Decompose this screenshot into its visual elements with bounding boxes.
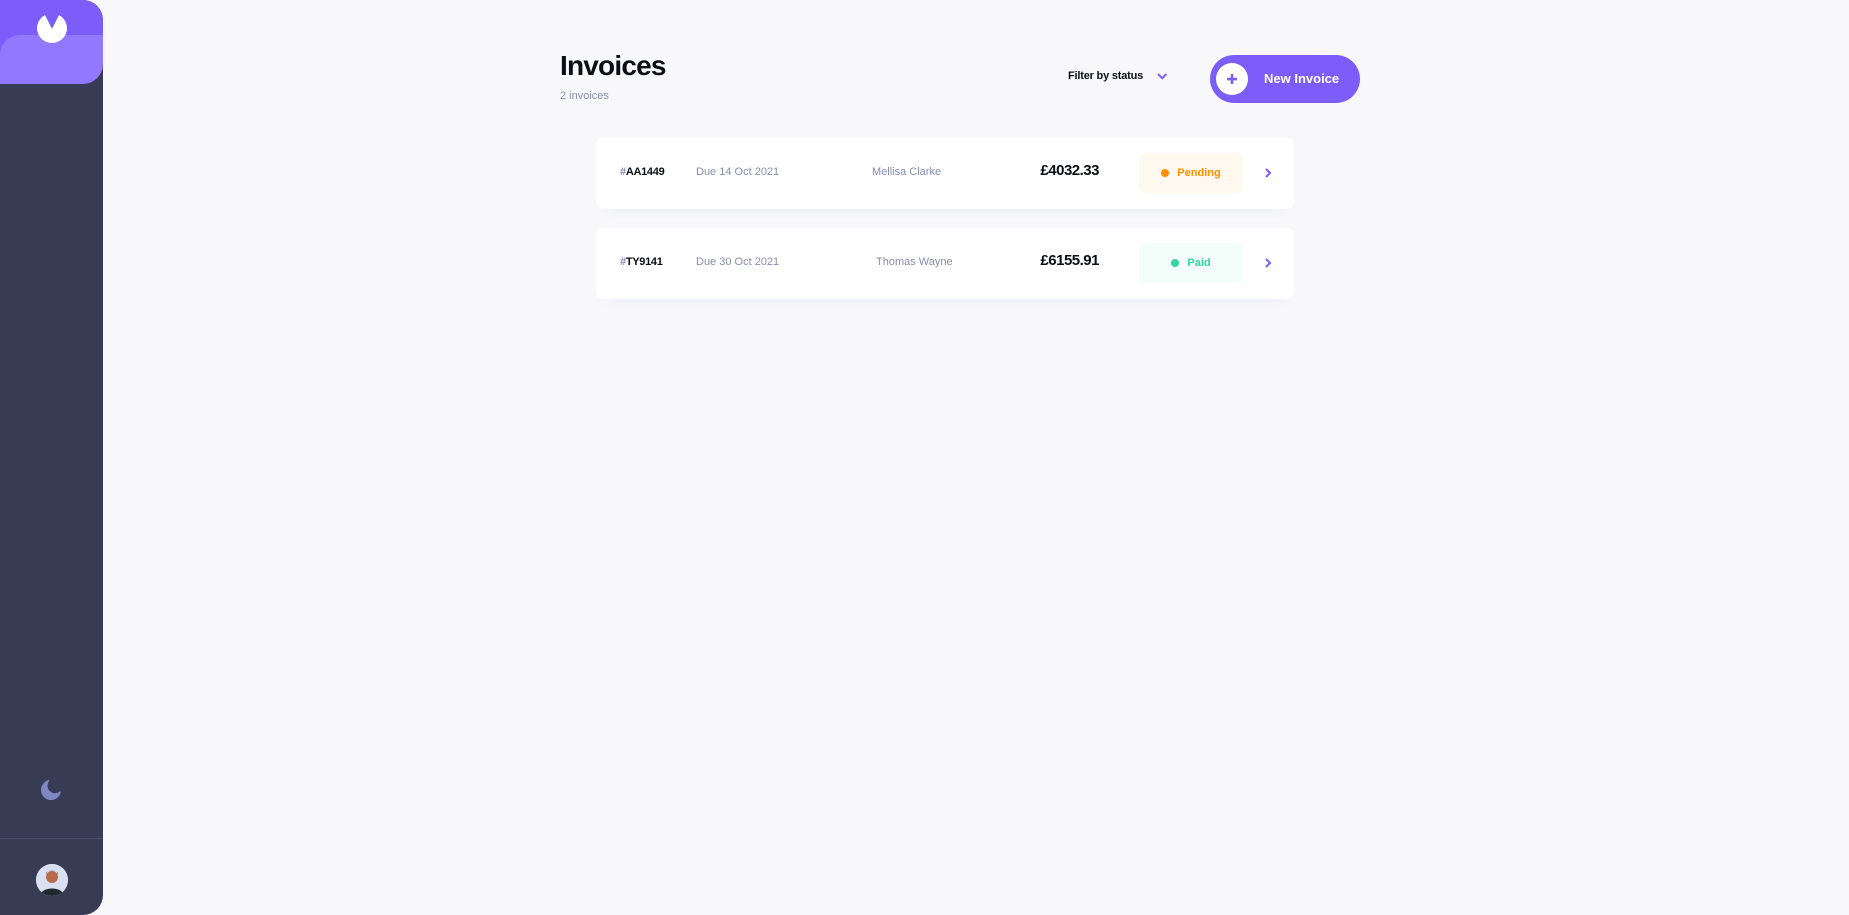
sidebar bbox=[0, 0, 103, 915]
page-title: Invoices bbox=[560, 50, 666, 81]
invoice-due-date: Due 14 Oct 2021 bbox=[696, 166, 780, 178]
status-badge: Pending bbox=[1139, 153, 1243, 193]
sidebar-divider bbox=[0, 838, 103, 839]
chevron-right-icon bbox=[1265, 258, 1272, 268]
status-dot bbox=[1161, 169, 1170, 177]
invoice-amount: £6155.91 bbox=[1040, 252, 1099, 269]
moon-icon bbox=[40, 779, 61, 801]
invoice-client-name: Thomas Wayne bbox=[876, 256, 953, 268]
status-dot bbox=[1171, 259, 1180, 267]
invoice-client-name: Mellisa Clarke bbox=[872, 166, 942, 178]
filter-label: Filter by status bbox=[1068, 70, 1144, 82]
plus-icon bbox=[1226, 73, 1237, 84]
invoice-id-value: TY9141 bbox=[625, 256, 663, 268]
invoice-id-value: AA1449 bbox=[625, 166, 665, 178]
status-label: Paid bbox=[1187, 257, 1211, 269]
invoice-count: 2 invoices bbox=[560, 90, 609, 102]
theme-toggle[interactable] bbox=[40, 779, 61, 805]
status-label: Pending bbox=[1177, 167, 1221, 179]
plus-circle bbox=[1216, 63, 1248, 95]
chevron-right-icon bbox=[1265, 168, 1272, 178]
new-invoice-label: New Invoice bbox=[1264, 71, 1340, 86]
filter-by-status-dropdown[interactable]: Filter by status bbox=[1068, 70, 1168, 82]
invoice-row[interactable]: #TY9141 Due 30 Oct 2021 Thomas Wayne £61… bbox=[596, 227, 1294, 299]
invoice-id: #AA1449 bbox=[620, 166, 665, 178]
status-badge: Paid bbox=[1139, 243, 1243, 283]
chevron-down-icon bbox=[1157, 72, 1168, 80]
invoice-id: #TY9141 bbox=[620, 256, 663, 268]
invoice-row[interactable]: #AA1449 Due 14 Oct 2021 Mellisa Clarke £… bbox=[596, 137, 1294, 209]
invoice-amount: £4032.33 bbox=[1040, 162, 1099, 179]
avatar[interactable] bbox=[36, 864, 68, 896]
logo[interactable] bbox=[0, 0, 103, 84]
invoice-due-date: Due 30 Oct 2021 bbox=[696, 256, 780, 268]
new-invoice-button[interactable]: New Invoice bbox=[1210, 55, 1360, 103]
avatar-icon bbox=[36, 864, 68, 896]
logo-icon bbox=[37, 15, 67, 43]
